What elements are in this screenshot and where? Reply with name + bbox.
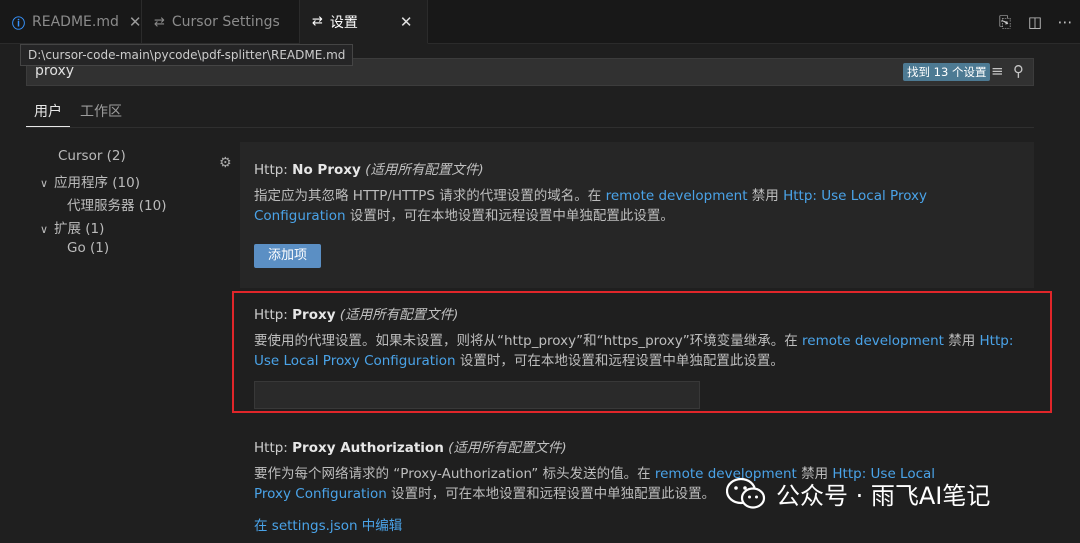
- open-settings-json-icon[interactable]: ⎘: [990, 13, 1020, 31]
- file-path-tooltip: D:\cursor-code-main\pycode\pdf-splitter\…: [20, 44, 354, 66]
- setting-category: Http:: [254, 440, 293, 456]
- scope-tab-workspace[interactable]: 工作区: [80, 101, 122, 121]
- wechat-icon: [726, 477, 766, 509]
- remote-development-link[interactable]: remote development: [606, 188, 748, 204]
- scope-divider: [26, 127, 1034, 128]
- settings-sliders-icon: ⇄: [154, 14, 165, 30]
- close-icon[interactable]: ✕: [129, 13, 142, 31]
- setting-name: No Proxy: [292, 162, 361, 178]
- setting-scope: (适用所有配置文件): [339, 307, 459, 323]
- tab-cursor-settings[interactable]: ⇄ Cursor Settings: [142, 0, 300, 44]
- settings-sliders-icon: ⇄: [312, 14, 323, 29]
- setting-title: Http: Proxy Authorization (适用所有配置文件): [254, 436, 1020, 456]
- gear-icon[interactable]: ⚙: [219, 155, 232, 171]
- setting-title: Http: Proxy (适用所有配置文件): [254, 303, 1020, 323]
- watermark-text: 公众号 · 雨飞AI笔记: [776, 482, 991, 510]
- tab-label: 设置: [329, 14, 358, 31]
- toc-label: Cursor (2): [58, 148, 126, 164]
- desc-text: 要使用的代理设置。如果未设置，则将从“http_proxy”和“https_pr…: [254, 333, 803, 349]
- filter-icon[interactable]: ⚲: [1013, 62, 1024, 80]
- desc-text: 设置时，可在本地设置和远程设置中单独配置此设置。: [386, 486, 716, 502]
- desc-text: 设置时，可在本地设置和远程设置中单独配置此设置。: [345, 208, 674, 224]
- edit-in-settings-json-link[interactable]: 在 settings.json 中编辑: [254, 514, 1020, 534]
- scope-tab-user[interactable]: 用户: [34, 101, 62, 121]
- setting-scope: (适用所有配置文件): [365, 162, 484, 178]
- desc-text: 指定应为其忽略 HTTP/HTTPS 请求的代理设置的域名。在: [254, 188, 606, 204]
- search-result-count-badge: 找到 13 个设置: [903, 63, 991, 81]
- setting-category: Http:: [254, 307, 293, 323]
- setting-http-proxy: Http: Proxy (适用所有配置文件) 要使用的代理设置。如果未设置，则将…: [240, 292, 1034, 409]
- toc-label: 扩展 (1): [54, 221, 105, 237]
- toc-item-proxy-server[interactable]: 代理服务器 (10): [67, 194, 167, 214]
- tab-settings[interactable]: ⇄ 设置 ✕: [300, 0, 428, 44]
- setting-title: Http: No Proxy (适用所有配置文件): [254, 158, 1020, 178]
- clear-filter-icon[interactable]: ≡: [991, 62, 1004, 80]
- active-scope-indicator: [26, 126, 70, 127]
- desc-text: 设置时，可在本地设置和远程设置中单独配置此设置。: [455, 353, 784, 369]
- toc-label: 应用程序 (10): [54, 175, 141, 191]
- proxy-input[interactable]: [254, 381, 700, 409]
- chevron-down-icon: ∨: [40, 223, 49, 236]
- split-editor-icon[interactable]: ◫: [1020, 13, 1050, 31]
- wechat-watermark: 公众号 · 雨飞AI笔记: [726, 476, 990, 511]
- toc-item-cursor[interactable]: Cursor (2): [58, 148, 126, 164]
- toc-label: Go (1): [67, 240, 110, 256]
- desc-text: 禁用: [747, 188, 784, 204]
- more-actions-icon[interactable]: ⋯: [1050, 13, 1080, 31]
- editor-tab-bar: ⓘ README.md ✕ ⇄ Cursor Settings ⇄ 设置 ✕ ⎘…: [0, 0, 1080, 44]
- desc-text: 要作为每个网络请求的 “Proxy-Authorization” 标头发送的值。…: [254, 466, 655, 482]
- setting-category: Http:: [254, 162, 293, 178]
- setting-description: 要使用的代理设置。如果未设置，则将从“http_proxy”和“https_pr…: [254, 331, 1020, 371]
- setting-name: Proxy Authorization: [292, 440, 444, 456]
- setting-name: Proxy: [292, 307, 336, 323]
- setting-http-no-proxy: Http: No Proxy (适用所有配置文件) 指定应为其忽略 HTTP/H…: [240, 142, 1034, 288]
- editor-actions: ⎘ ◫ ⋯: [990, 0, 1080, 44]
- toc-item-extensions[interactable]: ∨ 扩展 (1): [40, 217, 104, 237]
- setting-scope: (适用所有配置文件): [448, 440, 567, 456]
- close-icon[interactable]: ✕: [400, 13, 413, 31]
- toc-label: 代理服务器 (10): [67, 198, 167, 214]
- chevron-down-icon: ∨: [40, 177, 49, 190]
- toc-item-go[interactable]: Go (1): [67, 240, 109, 256]
- toc-item-application[interactable]: ∨ 应用程序 (10): [40, 171, 140, 191]
- tab-label: README.md: [32, 14, 119, 30]
- add-item-button[interactable]: 添加项: [254, 244, 322, 268]
- tab-readme[interactable]: ⓘ README.md ✕: [0, 0, 142, 44]
- setting-description: 指定应为其忽略 HTTP/HTTPS 请求的代理设置的域名。在 remote d…: [254, 186, 1020, 226]
- info-icon: ⓘ: [12, 16, 26, 32]
- tab-label: Cursor Settings: [171, 14, 280, 30]
- desc-text: 禁用: [943, 333, 980, 349]
- remote-development-link[interactable]: remote development: [802, 333, 944, 349]
